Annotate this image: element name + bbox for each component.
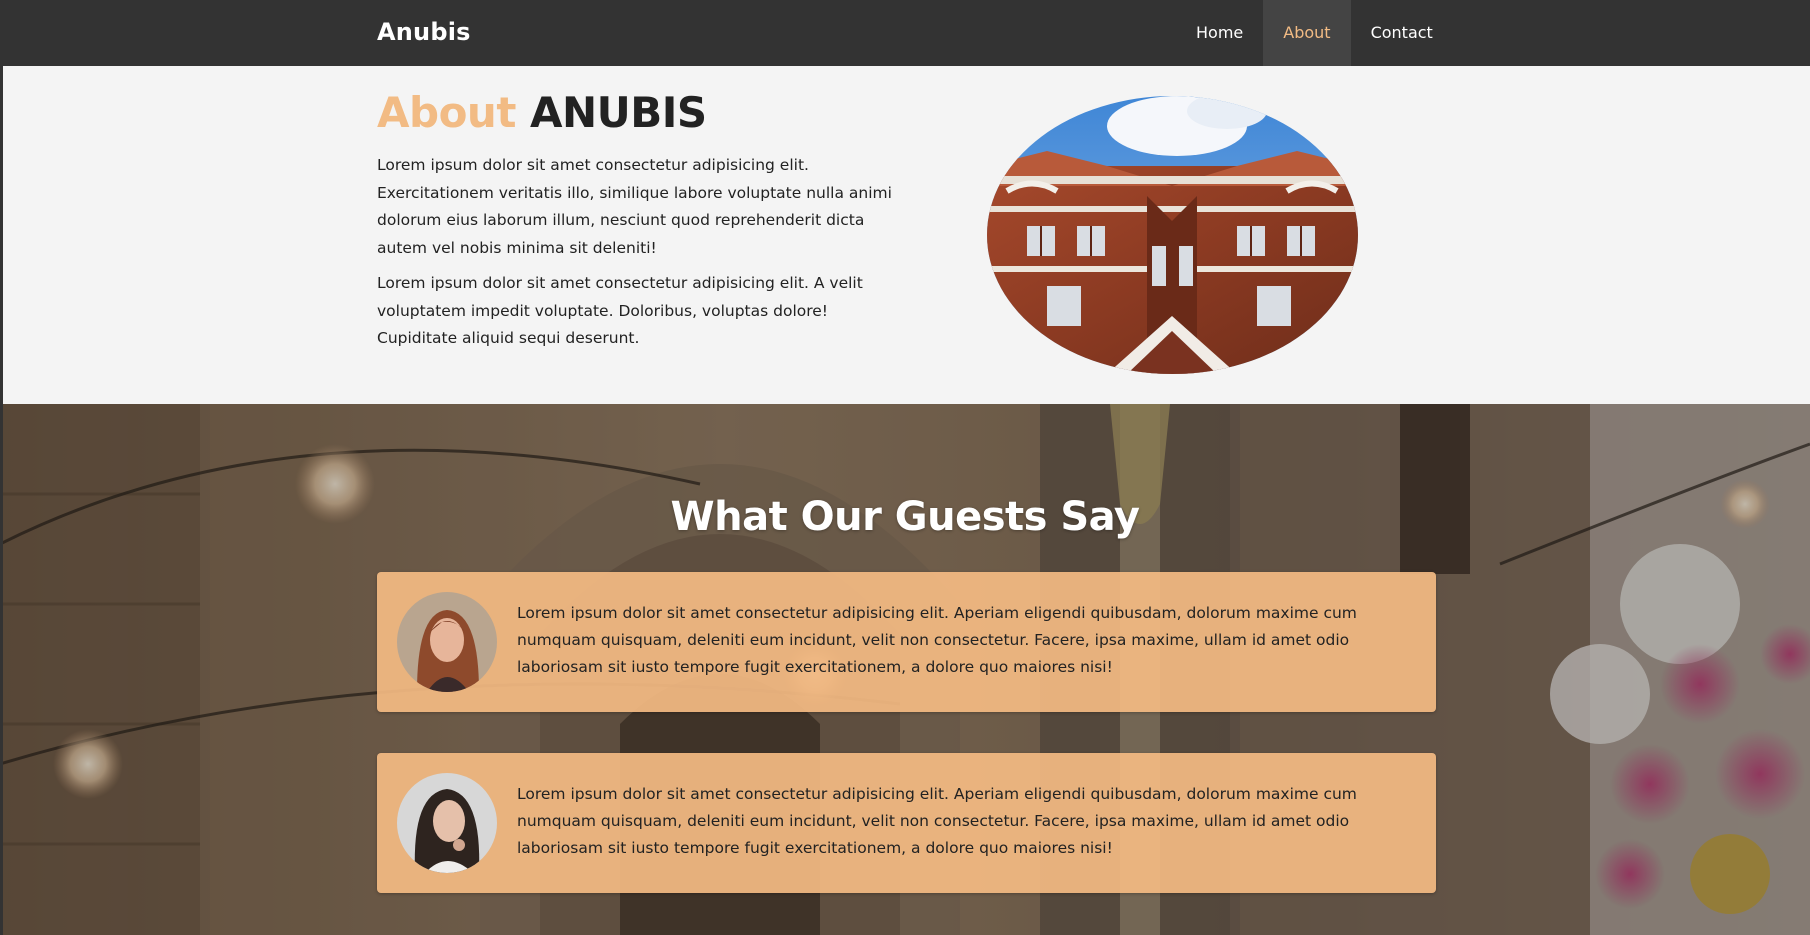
testimonials-title: What Our Guests Say — [670, 494, 1140, 540]
testimonials-section: What Our Guests Say Lorem ipsum dolor si… — [0, 404, 1810, 935]
testimonial-text: Lorem ipsum dolor sit amet consectetur a… — [517, 604, 1357, 676]
about-title: About ANUBIS — [377, 88, 707, 137]
about-paragraph: Lorem ipsum dolor sit amet consectetur a… — [377, 156, 892, 257]
testimonial-card: Lorem ipsum dolor sit amet consectetur a… — [377, 572, 1436, 712]
about-section: About ANUBIS Lorem ipsum dolor sit amet … — [0, 66, 1810, 404]
window-edge — [0, 0, 3, 935]
nav-home-link[interactable]: Home — [1176, 0, 1263, 66]
nav-contact-link[interactable]: Contact — [1351, 0, 1453, 66]
about-title-main: ANUBIS — [530, 88, 707, 137]
about-title-accent: About — [377, 88, 516, 137]
testimonial-card: Lorem ipsum dolor sit amet consectetur a… — [377, 753, 1436, 893]
brand-logo[interactable]: Anubis — [377, 18, 471, 46]
building-image — [987, 96, 1358, 374]
guest-avatar — [397, 592, 497, 692]
guest-avatar — [397, 773, 497, 873]
nav-about-link[interactable]: About — [1263, 0, 1351, 66]
about-paragraph: Lorem ipsum dolor sit amet consectetur a… — [377, 274, 863, 347]
testimonial-text: Lorem ipsum dolor sit amet consectetur a… — [517, 785, 1357, 857]
nav-links: Home About Contact — [1176, 0, 1453, 66]
about-text: Lorem ipsum dolor sit amet consectetur a… — [377, 152, 907, 361]
navbar: Anubis Home About Contact — [0, 0, 1810, 66]
